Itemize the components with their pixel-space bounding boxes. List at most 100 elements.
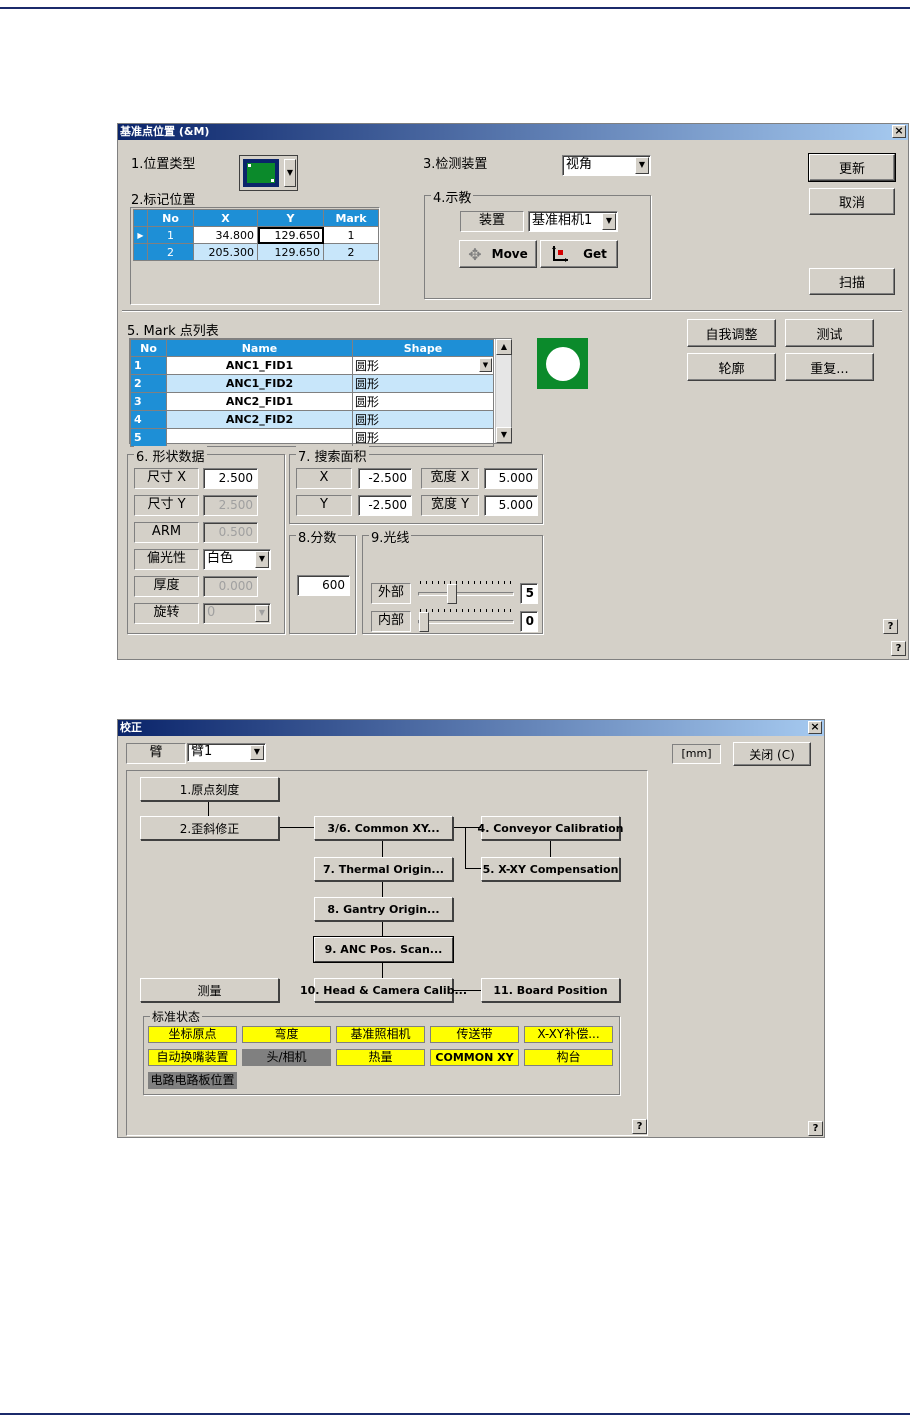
search-x-label: X (296, 468, 352, 489)
help-icon[interactable]: ? (883, 619, 898, 634)
search-y-label: Y (296, 495, 352, 516)
inner-light-slider[interactable] (418, 620, 514, 624)
connector-line (382, 963, 383, 978)
detect-device-select[interactable]: 视角 ▼ (562, 155, 651, 176)
chevron-down-icon[interactable]: ▼ (255, 551, 269, 568)
gantry-origin-button[interactable]: 8. Gantry Origin... (314, 897, 453, 921)
scan-button[interactable]: 扫描 (809, 268, 895, 295)
arm-select[interactable]: 臂1 ▼ (187, 743, 266, 762)
x-xy-compensation-button[interactable]: 5. X-XY Compensation (481, 857, 620, 881)
status-badge: 传送带 (430, 1026, 519, 1043)
arm-value: 臂1 (191, 744, 213, 759)
table-cell[interactable]: 圆形 (352, 374, 494, 393)
head-camera-calib-button[interactable]: 10. Head & Camera Calib... (300, 978, 467, 1002)
close-button[interactable]: 关闭 (C) (733, 742, 811, 766)
board-position-button[interactable]: 11. Board Position (481, 978, 620, 1002)
row-indicator-header (133, 209, 148, 227)
origin-scale-button[interactable]: 1.原点刻度 (140, 777, 279, 801)
table-cell[interactable]: 129.650 (257, 226, 324, 244)
table-row[interactable]: 2 205.300 129.650 2 (133, 243, 379, 261)
width-y-field[interactable]: 5.000 (484, 495, 538, 516)
score-field[interactable]: 600 (297, 575, 350, 596)
device-label: 装置 (460, 211, 524, 232)
common-xy-button[interactable]: 3/6. Common XY... (314, 816, 453, 840)
fiducial-position-dialog: 基准点位置 (&M) × 1.位置类型 ▼ 2.标记位置 No X Y Mark… (117, 123, 909, 660)
move-button[interactable]: ✥ Move (459, 240, 537, 268)
current-row-arrow-icon: ▶ (133, 226, 148, 244)
repeat-button[interactable]: 重复... (785, 353, 874, 381)
help-icon[interactable]: ? (632, 1119, 647, 1134)
table-cell[interactable]: 圆形 (352, 428, 494, 447)
inner-light-value[interactable]: 0 (520, 611, 538, 632)
chevron-down-icon[interactable]: ▼ (635, 157, 649, 174)
update-button[interactable]: 更新 (808, 153, 896, 182)
table-cell[interactable]: ANC1_FID2 (166, 374, 353, 393)
close-icon[interactable]: × (892, 125, 906, 138)
thickness-label: 厚度 (134, 576, 199, 597)
outer-slider-thumb[interactable] (447, 584, 457, 604)
dropdown-arrow-icon[interactable]: ▼ (284, 159, 296, 187)
shape-data-title: 6. 形状数据 (134, 446, 207, 465)
chevron-down-icon[interactable]: ▼ (479, 358, 492, 372)
width-y-label: 宽度 Y (421, 495, 479, 516)
close-icon[interactable]: × (808, 721, 822, 734)
thermal-origin-button[interactable]: 7. Thermal Origin... (314, 857, 453, 881)
table-row[interactable]: 4 ANC2_FID2 圆形 (130, 410, 494, 429)
mark-list-scrollbar[interactable]: ▲ ▼ (495, 339, 512, 443)
polarity-value: 白色 (207, 551, 234, 566)
search-x-field[interactable]: -2.500 (358, 468, 412, 489)
help-icon[interactable]: ? (891, 641, 906, 656)
chevron-down-icon[interactable]: ▼ (250, 745, 264, 760)
unit-label: [mm] (672, 744, 721, 764)
get-button[interactable]: Get (540, 240, 618, 268)
table-row[interactable]: 2 ANC1_FID2 圆形 (130, 374, 494, 393)
table-cell[interactable]: 34.800 (193, 226, 258, 244)
table-cell[interactable]: ANC2_FID1 (166, 392, 353, 411)
table-cell[interactable]: 圆形 (352, 392, 494, 411)
board-shape-icon (243, 159, 279, 187)
detect-device-label: 3.检测装置 (423, 157, 488, 172)
skew-correction-button[interactable]: 2.歪斜修正 (140, 816, 279, 840)
table-row[interactable]: 1 ANC1_FID1 圆形 ▼ (130, 356, 494, 375)
table-cell[interactable]: 2 (323, 243, 379, 261)
axis-target-icon (551, 245, 569, 263)
shape-cell[interactable]: 圆形 ▼ (352, 356, 494, 375)
help-icon[interactable]: ? (808, 1121, 823, 1136)
conveyor-calibration-button[interactable]: 4. Conveyor Calibration (478, 816, 623, 840)
table-cell: 1 (130, 356, 167, 375)
scroll-up-icon[interactable]: ▲ (496, 339, 512, 355)
cancel-button[interactable]: 取消 (809, 188, 895, 215)
search-y-field[interactable]: -2.500 (358, 495, 412, 516)
table-row[interactable]: 5 圆形 (130, 428, 494, 447)
scroll-down-icon[interactable]: ▼ (496, 427, 512, 443)
polarity-select[interactable]: 白色 ▼ (203, 549, 271, 570)
table-row[interactable]: ▶ 1 34.800 129.650 1 (133, 226, 379, 244)
arm-field: 0.500 (203, 522, 258, 543)
table-cell[interactable]: 1 (323, 226, 379, 244)
contour-button[interactable]: 轮廓 (687, 353, 776, 381)
position-type-selector[interactable]: ▼ (239, 155, 298, 191)
measure-button[interactable]: 测量 (140, 978, 279, 1002)
size-x-field[interactable]: 2.500 (203, 468, 258, 489)
chevron-down-icon[interactable]: ▼ (602, 213, 616, 230)
table-row[interactable]: 3 ANC2_FID1 圆形 (130, 392, 494, 411)
outer-light-value[interactable]: 5 (520, 583, 538, 604)
anc-pos-scan-button[interactable]: 9. ANC Pos. Scan... (313, 936, 454, 963)
device-select[interactable]: 基准相机1 ▼ (528, 211, 618, 232)
status-badge: 弯度 (242, 1026, 331, 1043)
dialog-title: 基准点位置 (&M) (118, 124, 908, 140)
width-x-field[interactable]: 5.000 (484, 468, 538, 489)
test-button[interactable]: 测试 (785, 319, 874, 347)
table-cell[interactable]: 129.650 (257, 243, 324, 261)
table-cell[interactable]: 205.300 (193, 243, 258, 261)
table-cell[interactable]: 圆形 (352, 410, 494, 429)
self-adjust-button[interactable]: 自我调整 (687, 319, 776, 347)
table-cell[interactable]: ANC1_FID1 (166, 356, 353, 375)
table-cell[interactable]: ANC2_FID2 (166, 410, 353, 429)
outer-light-slider[interactable] (418, 592, 514, 596)
inner-slider-thumb[interactable] (419, 612, 429, 632)
status-badge: 头/相机 (242, 1049, 331, 1066)
table-cell[interactable] (166, 428, 353, 447)
move-arrows-icon: ✥ (468, 244, 482, 264)
mark-position-table: No X Y Mark ▶ 1 34.800 129.650 1 2 205.3… (133, 209, 379, 261)
